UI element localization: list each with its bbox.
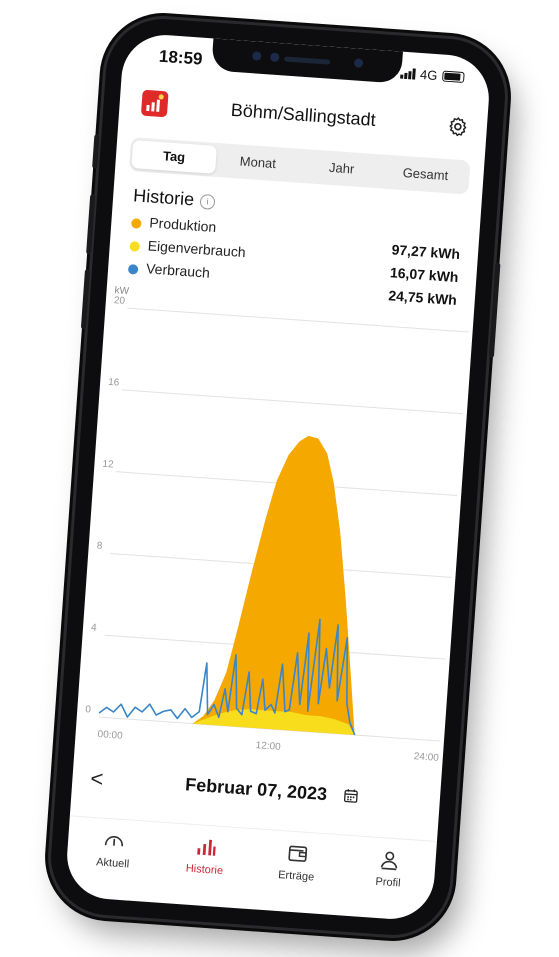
nav-label: Profil: [375, 875, 401, 890]
phone-frame: 18:59 4G Böhm/Sallingstadt Tag Monat Jah…: [47, 15, 509, 939]
calendar-icon[interactable]: [343, 788, 358, 803]
phone-side-button: [80, 269, 91, 330]
legend-label: Produktion: [148, 214, 217, 236]
history-chart: kW04812162000:0012:0024:00: [85, 285, 469, 764]
legend-dot: [131, 218, 142, 229]
signal-icon: [399, 68, 416, 80]
battery-icon: [441, 70, 465, 84]
grid-line: [127, 307, 469, 333]
nav-label: Historie: [185, 862, 224, 878]
nav-item-earnings[interactable]: Erträge: [248, 829, 345, 915]
x-tick-label: 00:00: [97, 729, 123, 742]
wallet-icon: [288, 845, 308, 862]
legend-dot: [127, 264, 139, 275]
history-title: Historie: [132, 185, 195, 210]
status-time: 18:59: [158, 46, 204, 69]
y-tick-label: 20: [114, 295, 126, 307]
legend-label: Verbrauch: [145, 260, 211, 281]
tab-month[interactable]: Monat: [215, 146, 301, 180]
app-screen: 18:59 4G Böhm/Sallingstadt Tag Monat Jah…: [64, 32, 492, 922]
tab-day[interactable]: Tag: [131, 140, 217, 174]
nav-label: Erträge: [277, 868, 315, 884]
nav-label: Aktuell: [95, 856, 130, 871]
section-title: Historie i: [133, 185, 216, 212]
phone-side-button: [86, 194, 96, 255]
period-tabs: Tag Monat Jahr Gesamt: [128, 136, 471, 195]
nav-item-history[interactable]: Historie: [156, 823, 253, 909]
legend-dot: [129, 241, 141, 252]
network-label: 4G: [419, 66, 438, 84]
nav-item-current[interactable]: Aktuell: [64, 816, 161, 902]
date-label[interactable]: Februar 07, 2023: [72, 766, 441, 813]
x-tick-label: 12:00: [255, 740, 281, 753]
gear-icon[interactable]: [446, 115, 469, 138]
x-tick-label: 24:00: [413, 751, 439, 764]
grid-line: [121, 389, 463, 415]
tab-year[interactable]: Jahr: [299, 152, 385, 186]
phone-side-button: [488, 262, 501, 358]
bar-chart-icon: [197, 839, 216, 856]
gauge-icon: [104, 835, 123, 847]
status-right: 4G: [399, 66, 465, 85]
info-icon[interactable]: i: [199, 193, 216, 210]
page-title: Böhm/Sallingstadt: [230, 99, 377, 130]
bottom-navigation: Aktuell Historie Erträge Profil: [64, 815, 437, 922]
series-production-area: [98, 435, 440, 741]
scene: 18:59 4G Böhm/Sallingstadt Tag Monat Jah…: [0, 0, 559, 957]
y-tick-label: 4: [91, 622, 98, 633]
y-tick-label: 0: [85, 704, 92, 715]
y-tick-label: 12: [102, 459, 114, 471]
y-tick-label: 8: [96, 541, 103, 552]
profile-icon: [380, 851, 398, 871]
date-navigation: < Februar 07, 2023: [71, 760, 441, 822]
phone-side-button: [92, 134, 100, 169]
tab-total[interactable]: Gesamt: [383, 158, 469, 192]
y-tick-label: 16: [108, 377, 120, 389]
nav-item-profile[interactable]: Profil: [340, 836, 437, 922]
